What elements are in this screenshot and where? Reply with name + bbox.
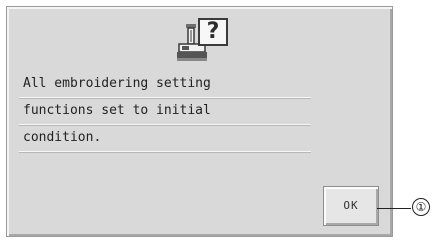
settings-reset-dialog: ? All embroidering setting functions set… — [6, 6, 393, 237]
screenshot-stage: ? All embroidering setting functions set… — [0, 0, 438, 243]
message-line-1: All embroidering setting — [19, 71, 311, 98]
callout-marker: ① — [412, 198, 430, 216]
question-mark-icon: ? — [198, 18, 228, 46]
dialog-message: All embroidering setting functions set t… — [19, 71, 311, 152]
dialog-icon-group: ? — [176, 16, 236, 68]
message-line-3: condition. — [19, 125, 311, 152]
message-line-2: functions set to initial — [19, 98, 311, 125]
callout-leader-line — [377, 208, 411, 209]
ok-button[interactable]: OK — [323, 186, 379, 226]
